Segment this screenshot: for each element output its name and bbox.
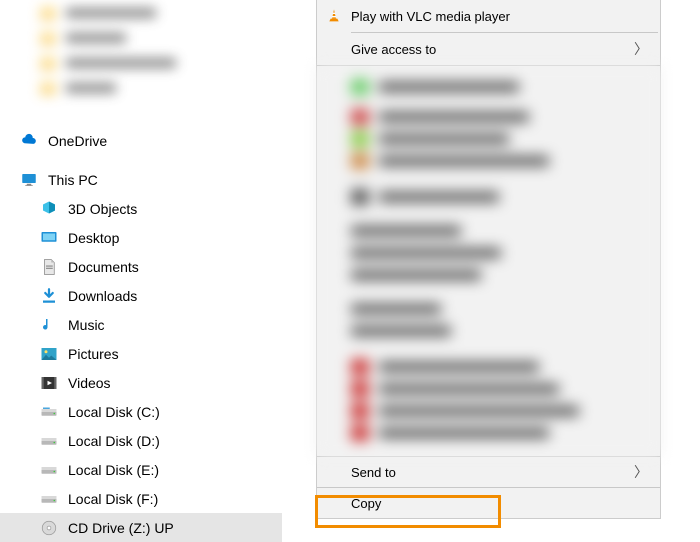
nav-local-disk-e[interactable]: Local Disk (E:) [0,455,282,484]
drive-icon [40,403,58,421]
nav-label: OneDrive [48,133,107,149]
this-pc-icon [20,171,38,189]
nav-label: Local Disk (C:) [68,404,160,420]
nav-local-disk-f[interactable]: Local Disk (F:) [0,484,282,513]
menu-play-vlc[interactable]: Play with VLC media player [317,0,660,32]
menu-label: Play with VLC media player [351,9,510,24]
nav-label: CD Drive (Z:) UP [68,520,174,536]
nav-label: Documents [68,259,139,275]
desktop-icon [40,229,58,247]
drive-icon [40,432,58,450]
nav-label: Pictures [68,346,119,362]
blurred-folder-group [0,0,282,118]
nav-label: Videos [68,375,111,391]
nav-tree: OneDrive This PC 3D Objects Desktop [0,0,282,534]
documents-icon [40,258,58,276]
submenu-arrow-icon: 〉 [634,462,648,482]
context-menu: Play with VLC media player Give access t… [316,0,661,519]
drive-icon [40,461,58,479]
menu-label: Give access to [351,42,436,57]
nav-this-pc[interactable]: This PC [0,165,282,194]
nav-cd-drive-z[interactable]: CD Drive (Z:) UP [0,513,282,542]
menu-label: Copy [351,496,381,511]
nav-downloads[interactable]: Downloads [0,281,282,310]
downloads-icon [40,287,58,305]
blurred-menu-items [317,66,660,456]
nav-label: Local Disk (E:) [68,462,159,478]
nav-documents[interactable]: Documents [0,252,282,281]
nav-desktop[interactable]: Desktop [0,223,282,252]
vlc-icon [325,7,343,25]
nav-label: This PC [48,172,98,188]
nav-onedrive[interactable]: OneDrive [0,126,282,155]
nav-local-disk-c[interactable]: Local Disk (C:) [0,397,282,426]
nav-label: 3D Objects [68,201,137,217]
nav-pictures[interactable]: Pictures [0,339,282,368]
3d-objects-icon [40,200,58,218]
nav-label: Downloads [68,288,137,304]
nav-local-disk-d[interactable]: Local Disk (D:) [0,426,282,455]
menu-give-access-to[interactable]: Give access to 〉 [317,33,660,65]
videos-icon [40,374,58,392]
nav-music[interactable]: Music [0,310,282,339]
drive-icon [40,490,58,508]
nav-label: Desktop [68,230,119,246]
nav-label: Music [68,317,105,333]
onedrive-icon [20,132,38,150]
nav-videos[interactable]: Videos [0,368,282,397]
nav-label: Local Disk (D:) [68,433,160,449]
nav-3d-objects[interactable]: 3D Objects [0,194,282,223]
pictures-icon [40,345,58,363]
nav-label: Local Disk (F:) [68,491,158,507]
music-icon [40,316,58,334]
menu-copy[interactable]: Copy [317,488,660,518]
menu-label: Send to [351,465,396,480]
menu-send-to[interactable]: Send to 〉 [317,457,660,487]
submenu-arrow-icon: 〉 [634,39,648,59]
